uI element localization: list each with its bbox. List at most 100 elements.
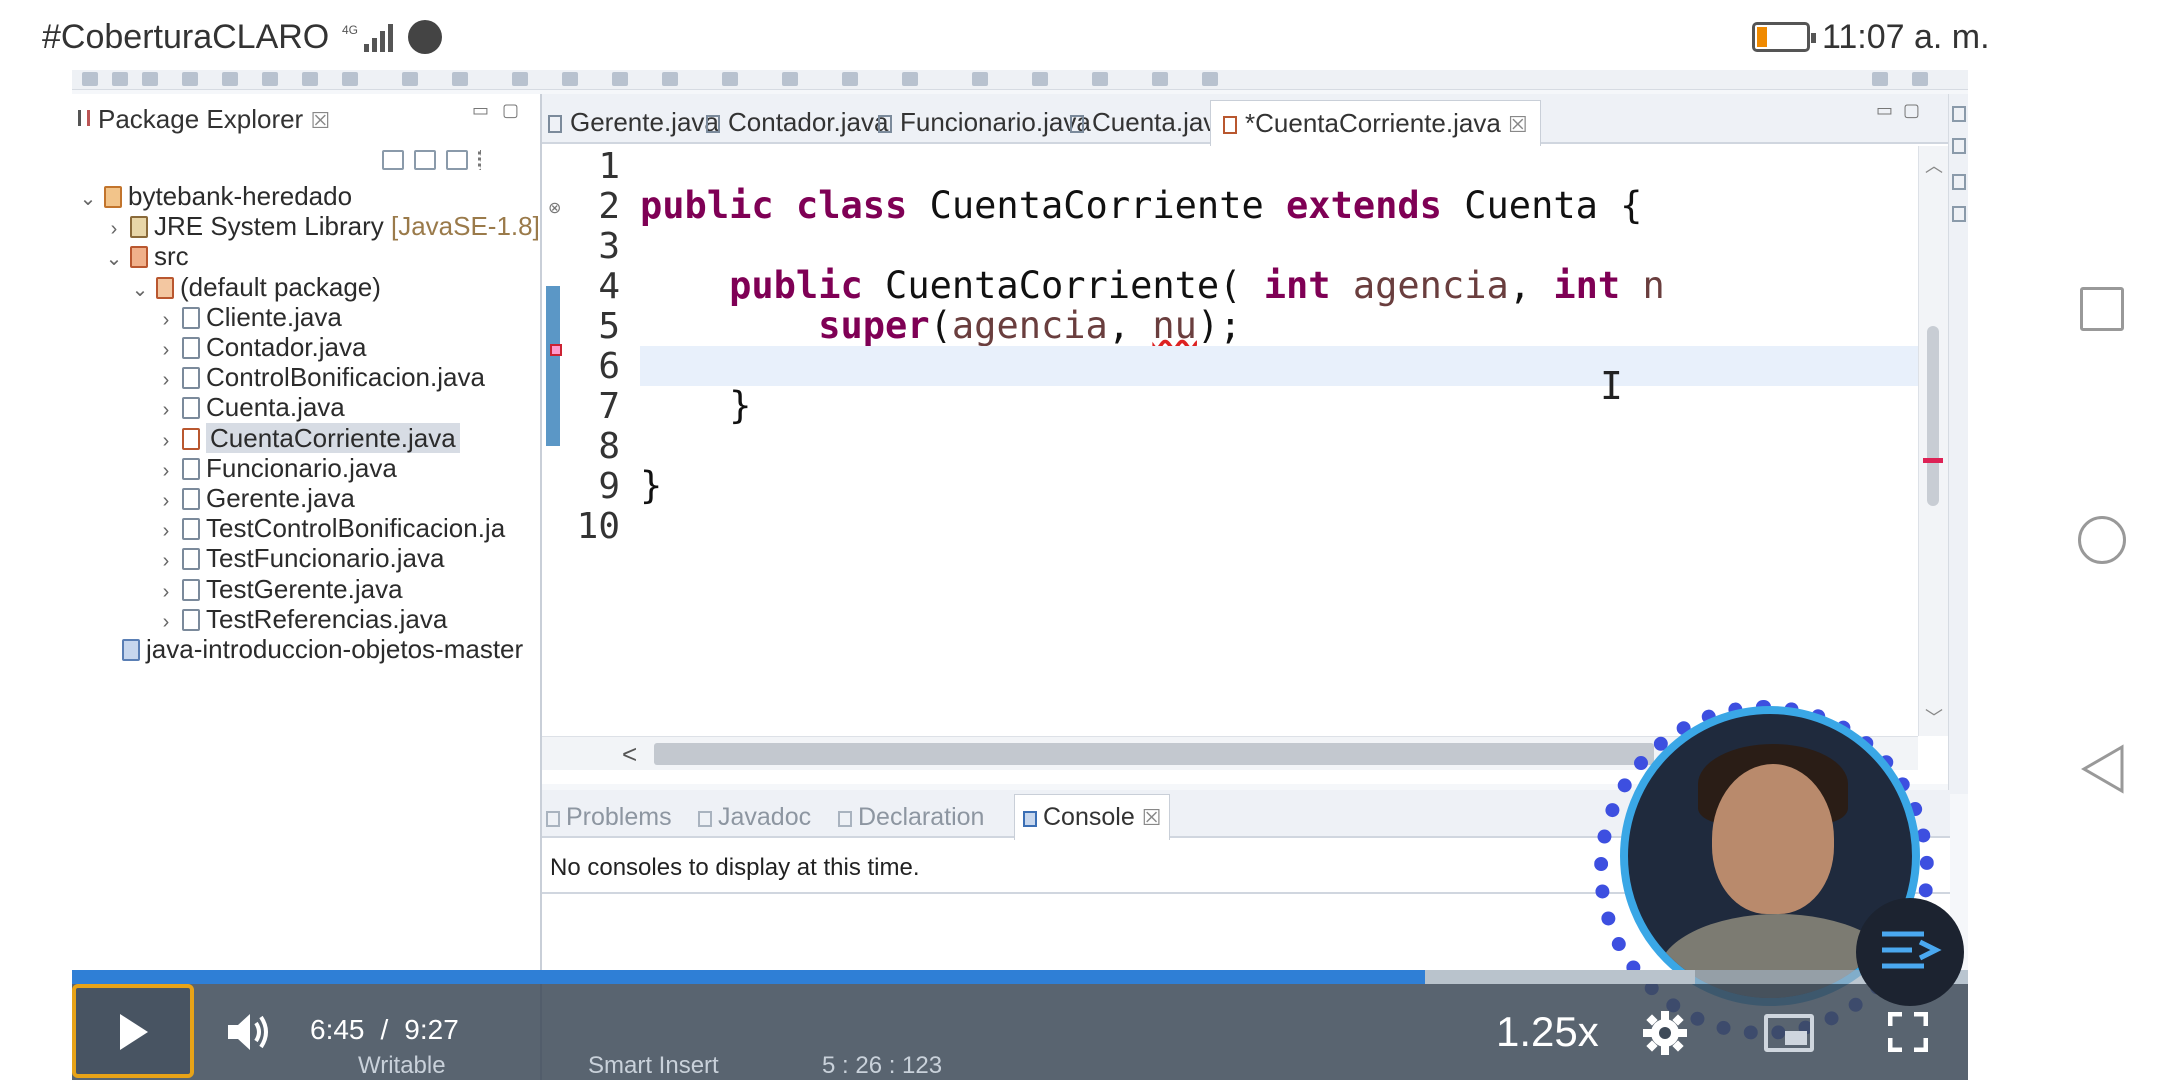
playlist-icon (1882, 931, 1942, 969)
line-number: 4 (598, 266, 620, 307)
argument: agencia (951, 304, 1108, 347)
android-nav-bar (2040, 76, 2160, 1080)
home-button[interactable] (2078, 516, 2126, 564)
tab-gerente[interactable]: Gerente.java (548, 102, 719, 142)
console-message: No consoles to display at this time. (550, 854, 920, 881)
status-insert-mode: Smart Insert (588, 1052, 719, 1079)
tab-label: Gerente.java (570, 107, 719, 137)
tab-declaration[interactable]: Declaration (838, 798, 984, 836)
view-icon[interactable] (1952, 174, 1966, 190)
scroll-thumb[interactable] (654, 743, 1654, 765)
picture-in-picture-icon[interactable] (1764, 1014, 1814, 1052)
player-controls: Writable Smart Insert 5 : 26 : 123 6:45 /… (72, 984, 1968, 1080)
code-area[interactable]: public class CuentaCorriente extends Cue… (640, 146, 1918, 736)
code-editor[interactable]: Gerente.java Contador.java Funcionario.j… (542, 94, 1950, 784)
volume-icon[interactable] (224, 1010, 272, 1054)
tab-cuentacorriente[interactable]: *CuentaCorriente.java ☒ (1210, 100, 1541, 146)
eclipse-toolbar (72, 70, 1968, 90)
current-time: 6:45 (310, 1014, 365, 1045)
tab-label: Problems (566, 803, 672, 831)
view-menu-icon[interactable] (478, 150, 484, 170)
minimize-icon[interactable]: ▭ (472, 100, 489, 121)
punctuation: ( (929, 304, 952, 347)
keyword: int (1263, 264, 1331, 307)
chevron-down-icon[interactable]: ⌄ (76, 179, 100, 219)
battery-icon (1752, 22, 1816, 52)
java-file-icon (182, 306, 200, 329)
task-icon[interactable] (1952, 138, 1966, 154)
progress-bar[interactable] (72, 970, 1968, 984)
playback-time: 6:45 / 9:27 (310, 1014, 459, 1046)
line-number: 7 (598, 386, 620, 427)
chevron-down-icon[interactable]: ⌄ (128, 270, 152, 310)
tab-problems[interactable]: Problems (546, 798, 672, 836)
scroll-thumb[interactable] (1927, 326, 1939, 506)
tab-cuenta[interactable]: Cuenta.java (1070, 102, 1231, 142)
editor-gutter: ⊗ 1 2 3 4 5 6 7 8 9 10 (542, 146, 638, 736)
gear-icon[interactable] (1642, 1010, 1688, 1056)
java-file-icon (182, 578, 200, 601)
java-file-icon (182, 337, 200, 359)
punctuation: , (1107, 304, 1153, 347)
minimize-icon[interactable]: ▭ (1876, 100, 1893, 120)
chevron-down-icon[interactable]: ﹀ (1925, 704, 1943, 730)
line-number: 9 (598, 466, 620, 507)
problems-icon (546, 811, 560, 827)
outline-view-icon[interactable] (1952, 206, 1966, 222)
java-file-icon (182, 488, 200, 510)
network-type: 4G (342, 23, 358, 37)
java-file-error-icon (182, 427, 200, 450)
tab-javadoc[interactable]: Javadoc (698, 798, 811, 836)
tab-label: Console (1043, 803, 1135, 831)
playlist-button[interactable] (1856, 898, 1964, 1006)
close-icon[interactable]: ☒ (1508, 112, 1528, 137)
punctuation: ); (1196, 304, 1242, 347)
punctuation: , (1508, 264, 1532, 307)
collapse-all-icon[interactable] (382, 150, 404, 170)
line-number: 2 (598, 186, 620, 227)
maximize-icon[interactable]: ▢ (1903, 100, 1920, 120)
text-cursor-icon: I (1600, 364, 1623, 408)
line-number: 5 (598, 306, 620, 347)
keyword: int (1553, 264, 1621, 307)
back-button[interactable] (2080, 744, 2126, 794)
project-icon (104, 186, 122, 208)
maximize-icon[interactable]: ▢ (502, 100, 519, 121)
code-line-7: } (640, 386, 1918, 426)
tree-item[interactable]: java-introduccion-objetos-master (94, 629, 523, 669)
line-number: 8 (598, 426, 620, 467)
error-overview-marker[interactable] (1923, 458, 1943, 463)
tab-funcionario[interactable]: Funcionario.java (878, 102, 1091, 142)
java-file-icon (878, 115, 892, 133)
scroll-left-icon[interactable]: < (622, 737, 637, 771)
outline-icon[interactable] (1952, 106, 1966, 122)
tab-console[interactable]: Console ☒ (1014, 794, 1171, 840)
close-icon[interactable]: ☒ (1142, 805, 1162, 830)
chevron-down-icon[interactable]: ⌄ (102, 239, 126, 279)
recents-button[interactable] (2080, 287, 2124, 331)
package-explorer-tab[interactable]: Package Explorer ☒ (98, 104, 330, 135)
filter-icon[interactable] (446, 150, 468, 170)
code-line-6-current (640, 346, 1918, 386)
fullscreen-icon[interactable] (1888, 1012, 1928, 1052)
close-icon[interactable]: ☒ (310, 108, 330, 133)
brace: } (729, 384, 752, 427)
java-file-icon (182, 608, 200, 631)
tree-item-label: java-introduccion-objetos-master (146, 634, 524, 664)
play-button[interactable] (72, 984, 194, 1078)
messenger-icon (408, 20, 442, 54)
tab-contador[interactable]: Contador.java (706, 102, 888, 142)
playback-speed-button[interactable]: 1.25x (1496, 1008, 1599, 1056)
editor-window-buttons: ▭ ▢ (1876, 100, 1920, 121)
duration: 9:27 (404, 1014, 459, 1045)
code-line-2: public class CuentaCorriente extends Cue… (640, 186, 1918, 226)
keyword: public (640, 184, 774, 227)
signal-icon: 4G (342, 23, 393, 52)
java-file-error-icon (1223, 116, 1237, 134)
vertical-scrollbar[interactable]: ︿ ﹀ (1918, 146, 1948, 736)
chevron-up-icon[interactable]: ︿ (1925, 152, 1943, 178)
line-number: 6 (598, 346, 620, 387)
constructor-name: CuentaCorriente( (885, 264, 1242, 307)
link-editor-icon[interactable] (414, 150, 436, 170)
keyword: public (729, 264, 863, 307)
